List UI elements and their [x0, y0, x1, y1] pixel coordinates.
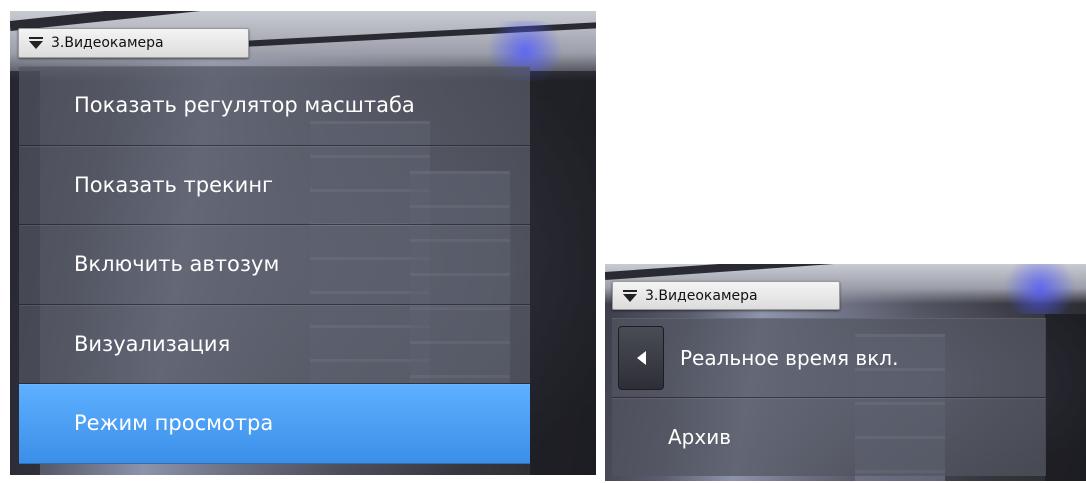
menu-item-archive[interactable]: Архив	[612, 398, 1046, 476]
view-mode-submenu: Реальное время вкл. Архив	[612, 318, 1046, 476]
camera-title-button[interactable]: 3.Видеокамера	[18, 28, 249, 58]
camera-title-label: 3.Видеокамера	[645, 287, 758, 304]
menu-item-label: Показать регулятор масштаба	[74, 93, 415, 118]
menu-item-realtime-on[interactable]: Реальное время вкл.	[612, 318, 1046, 398]
camera-title-label: 3.Видеокамера	[51, 35, 164, 51]
menu-item-label: Архив	[668, 425, 731, 449]
menu-item-visualization[interactable]: Визуализация	[19, 305, 530, 384]
menu-item-show-zoom-control[interactable]: Показать регулятор масштаба	[19, 66, 530, 146]
back-button[interactable]	[618, 325, 664, 390]
menu-item-enable-autozoom[interactable]: Включить автозум	[19, 225, 530, 305]
chevron-down-icon	[623, 289, 637, 303]
menu-item-label: Включить автозум	[74, 252, 280, 277]
chevron-down-icon	[29, 36, 43, 50]
menu-item-view-mode[interactable]: Режим просмотра	[19, 384, 530, 464]
menu-item-label: Визуализация	[74, 331, 231, 356]
camera-context-menu: Показать регулятор масштаба Показать тре…	[19, 66, 530, 464]
menu-item-label: Реальное время вкл.	[680, 345, 899, 370]
caret-left-icon	[637, 350, 646, 365]
menu-item-label: Режим просмотра	[74, 411, 274, 436]
menu-item-show-tracking[interactable]: Показать трекинг	[19, 146, 530, 225]
camera-title-button[interactable]: 3.Видеокамера	[612, 281, 840, 310]
menu-item-label: Показать трекинг	[74, 172, 274, 197]
